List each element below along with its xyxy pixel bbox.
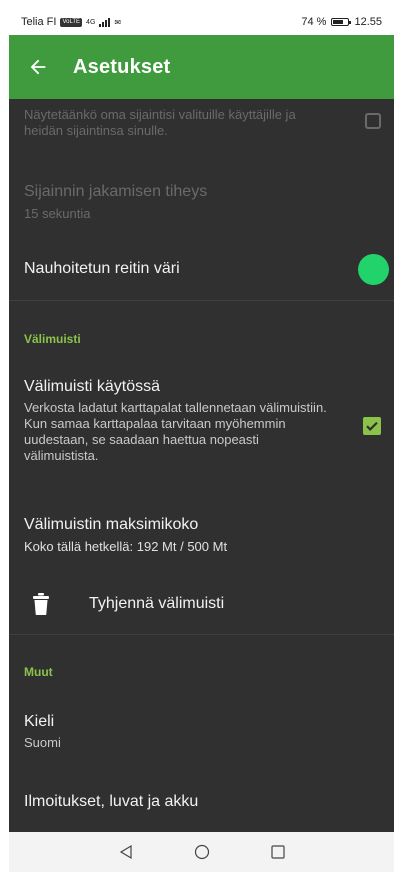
cache-max-size-value: Koko tällä hetkellä: 192 Mt / 500 Mt — [24, 539, 228, 554]
status-left: Telia FI VoLTE 4G ✉ — [21, 16, 121, 28]
cache-section-header: Välimuisti — [24, 332, 379, 346]
cache-enabled-checkbox[interactable] — [363, 417, 381, 435]
check-icon — [366, 421, 378, 431]
language-title: Kieli — [24, 713, 55, 730]
cache-enabled-description: Verkosta ladatut karttapalat tallennetaa… — [24, 400, 327, 463]
circle-home-icon[interactable] — [194, 844, 210, 860]
clear-cache-button[interactable]: Tyhjennä välimuisti — [89, 595, 379, 613]
language-setting[interactable]: Kieli Suomi — [24, 713, 379, 751]
volte-badge: VoLTE — [60, 17, 83, 27]
battery-icon — [331, 18, 352, 26]
share-frequency-setting[interactable]: Sijainnin jakamisen tiheys 15 sekuntia — [24, 183, 379, 222]
clock: 12.55 — [354, 16, 382, 28]
wifi-call-icon: ✉ — [114, 17, 122, 27]
share-frequency-title: Sijainnin jakamisen tiheys — [24, 183, 208, 200]
route-color-swatch[interactable] — [358, 254, 389, 285]
divider — [9, 634, 394, 635]
status-bar: Telia FI VoLTE 4G ✉ 74 % 12.55 — [9, 9, 394, 35]
language-value: Suomi — [24, 735, 61, 750]
share-location-description: Näytetäänkö oma sijaintisi valituille kä… — [24, 107, 296, 138]
cache-enabled-setting[interactable]: Välimuisti käytössä Verkosta ladatut kar… — [24, 378, 334, 464]
clear-cache-label: Tyhjennä välimuisti — [89, 595, 225, 612]
share-frequency-value: 15 sekuntia — [24, 206, 91, 221]
notifications-setting[interactable]: Ilmoitukset, luvat ja akku — [24, 793, 379, 811]
cache-enabled-title: Välimuisti käytössä — [24, 378, 161, 395]
other-section-label: Muut — [24, 665, 53, 679]
other-section-header: Muut — [24, 665, 379, 679]
divider — [9, 300, 394, 301]
signal-icon — [99, 17, 111, 27]
route-color-setting[interactable]: Nauhoitetun reitin väri — [24, 260, 379, 278]
network-type: 4G — [86, 18, 96, 26]
page-title: Asetukset — [73, 55, 171, 78]
route-color-title: Nauhoitetun reitin väri — [24, 260, 180, 277]
share-location-setting[interactable]: Näytetäänkö oma sijaintisi valituille kä… — [24, 107, 334, 139]
triangle-back-icon[interactable] — [118, 844, 134, 860]
settings-list: Näytetäänkö oma sijaintisi valituille kä… — [9, 99, 394, 832]
cache-max-size-title: Välimuistin maksimikoko — [24, 516, 199, 533]
carrier-label: Telia FI — [21, 16, 57, 28]
battery-percent: 74 % — [301, 16, 327, 28]
system-nav-bar — [9, 832, 394, 872]
arrow-left-icon[interactable] — [27, 56, 49, 78]
trash-icon — [33, 593, 49, 615]
status-right: 74 % 12.55 — [301, 16, 382, 28]
share-location-checkbox[interactable] — [365, 113, 381, 129]
cache-max-size-setting[interactable]: Välimuistin maksimikoko Koko tällä hetke… — [24, 516, 379, 555]
cache-section-label: Välimuisti — [24, 332, 81, 346]
app-bar: Asetukset — [9, 35, 394, 99]
square-recents-icon[interactable] — [270, 844, 286, 860]
notifications-title: Ilmoitukset, luvat ja akku — [24, 793, 199, 810]
